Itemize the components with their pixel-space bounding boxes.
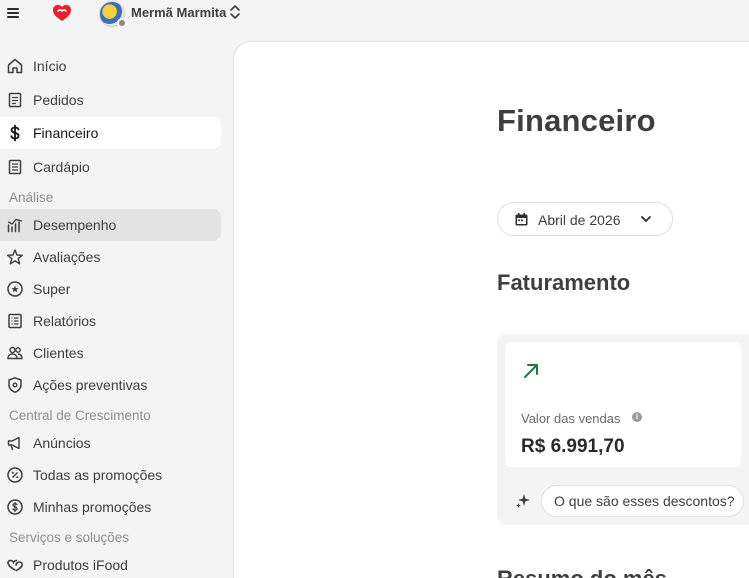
section-label-servicos: Serviços e soluções — [9, 530, 130, 545]
chevron-down-icon — [641, 216, 651, 222]
sidebar-item-inicio[interactable]: Início — [0, 50, 221, 82]
sidebar: Início Pedidos Financeiro Cardápio Análi… — [0, 50, 233, 578]
menu-book-icon — [8, 159, 22, 175]
discounts-info-button[interactable]: O que são esses descontos? — [541, 485, 744, 517]
sidebar-item-label: Ações preventivas — [33, 377, 148, 393]
month-selector-label: Abril de 2026 — [538, 212, 621, 228]
trend-up-arrow-icon — [524, 364, 538, 378]
users-icon — [7, 346, 23, 360]
sidebar-item-label: Super — [33, 281, 71, 297]
dollar-icon — [10, 124, 20, 142]
sidebar-item-anuncios[interactable]: Anúncios — [0, 427, 221, 459]
calendar-icon — [515, 213, 528, 226]
sidebar-item-pedidos[interactable]: Pedidos — [0, 84, 221, 116]
sidebar-item-minhas-promocoes[interactable]: Minhas promoções — [0, 491, 221, 523]
coin-icon — [7, 499, 23, 515]
revenue-card-container: Valor das vendas i R$ 6.991,70 O que são… — [497, 334, 749, 525]
sidebar-item-avaliacoes[interactable]: Avaliações — [0, 241, 221, 273]
store-status-dot — [117, 18, 127, 28]
star-icon — [7, 249, 23, 265]
sales-value-card: Valor das vendas i R$ 6.991,70 — [505, 342, 741, 467]
report-icon — [8, 313, 22, 329]
month-selector[interactable]: Abril de 2026 — [497, 202, 673, 236]
sidebar-item-label: Minhas promoções — [33, 499, 152, 515]
sidebar-item-produtos-ifood[interactable]: Produtos iFood — [0, 549, 221, 578]
home-icon — [7, 58, 23, 74]
sidebar-item-todas-promocoes[interactable]: Todas as promoções — [0, 459, 221, 491]
sidebar-item-label: Desempenho — [33, 217, 117, 233]
sidebar-item-label: Relatórios — [33, 313, 97, 329]
percent-icon — [7, 467, 23, 483]
page-title: Financeiro — [497, 103, 656, 138]
sidebar-item-desempenho[interactable]: Desempenho — [0, 209, 221, 241]
chevron-up-down-icon[interactable] — [229, 4, 241, 20]
shield-icon — [8, 377, 22, 393]
sidebar-item-label: Anúncios — [33, 435, 91, 451]
sidebar-item-label: Pedidos — [33, 92, 84, 108]
sparkle-icon — [516, 494, 530, 508]
receipt-icon — [8, 92, 22, 108]
store-avatar[interactable] — [99, 1, 127, 28]
section-title-resumo: Resumo do mês — [497, 566, 667, 578]
sales-value-label: Valor das vendas — [521, 411, 621, 426]
hamburger-menu-icon[interactable] — [7, 7, 20, 19]
chart-icon — [7, 218, 23, 233]
section-title-faturamento: Faturamento — [497, 270, 631, 295]
info-icon[interactable]: i — [632, 412, 642, 422]
sidebar-item-super[interactable]: Super — [0, 273, 221, 305]
section-label-crescimento: Central de Crescimento — [9, 408, 151, 423]
section-label-analise: Análise — [9, 190, 54, 205]
ifood-logo-icon[interactable] — [52, 4, 72, 22]
sidebar-item-label: Financeiro — [33, 125, 99, 141]
sidebar-item-relatorios[interactable]: Relatórios — [0, 305, 221, 337]
store-name[interactable]: Mermã Marmita — [131, 5, 226, 20]
sidebar-item-label: Clientes — [33, 345, 84, 361]
sidebar-item-label: Avaliações — [33, 249, 101, 265]
super-badge-icon — [7, 281, 23, 297]
sidebar-item-label: Todas as promoções — [33, 467, 163, 483]
sidebar-item-financeiro[interactable]: Financeiro — [0, 117, 221, 149]
sidebar-item-label: Início — [33, 58, 67, 74]
top-bar: Mermã Marmita — [0, 0, 749, 30]
sidebar-item-label: Produtos iFood — [33, 557, 128, 573]
sales-value-amount: R$ 6.991,70 — [521, 436, 625, 457]
megaphone-icon — [7, 436, 20, 451]
sidebar-item-label: Cardápio — [33, 159, 90, 175]
sidebar-item-cardapio[interactable]: Cardápio — [0, 151, 221, 183]
ifood-products-icon — [7, 559, 23, 572]
sidebar-item-clientes[interactable]: Clientes — [0, 337, 221, 369]
sidebar-item-acoes-preventivas[interactable]: Ações preventivas — [0, 369, 221, 401]
